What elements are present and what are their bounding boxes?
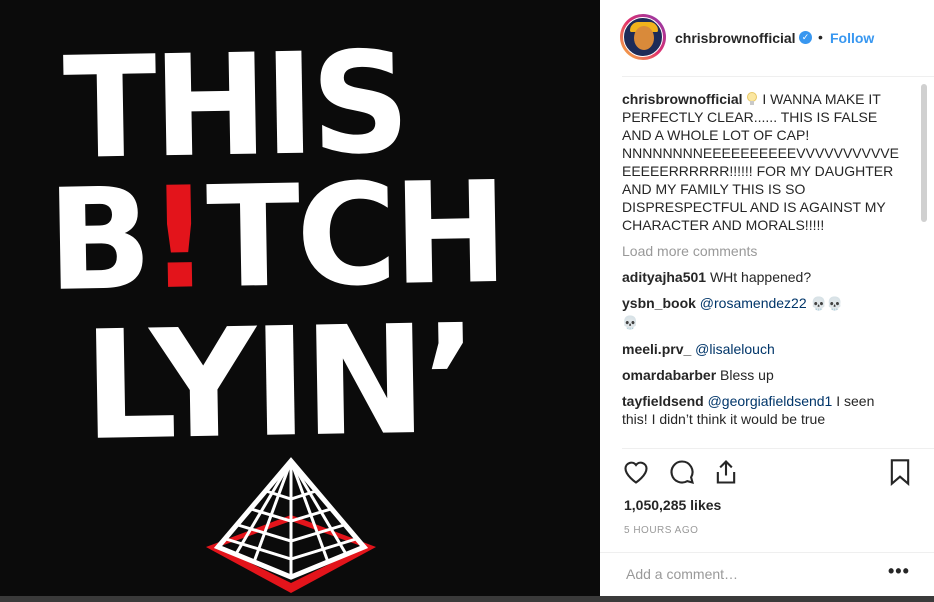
- caption: chrisbrownofficial I WANNA MAKE IT PERFE…: [622, 90, 902, 234]
- post-timestamp: 5 HOURS AGO: [624, 525, 699, 536]
- load-more-comments-button[interactable]: Load more comments: [622, 242, 902, 260]
- comment-username[interactable]: tayfieldsend: [622, 393, 704, 409]
- comment-text: Bless up: [720, 367, 774, 383]
- comment-username[interactable]: adityajha501: [622, 269, 706, 285]
- comments-scrollbar[interactable]: [921, 84, 927, 222]
- avatar-image: [623, 17, 663, 57]
- post-header: chrisbrownofficial ✓ • Follow: [600, 0, 934, 76]
- header-username[interactable]: chrisbrownofficial: [675, 30, 796, 46]
- comment-mention[interactable]: @lisalelouch: [695, 341, 775, 357]
- comments-list: chrisbrownofficial I WANNA MAKE IT PERFE…: [622, 88, 902, 448]
- comment-username[interactable]: ysbn_book: [622, 295, 696, 311]
- comment-text: WHt happened?: [709, 269, 812, 285]
- add-comment-bar: •••: [600, 552, 934, 597]
- caption-text: I WANNA MAKE IT PERFECTLY CLEAR...... TH…: [622, 91, 899, 233]
- header-separator: •: [818, 29, 823, 45]
- divider: [622, 76, 934, 77]
- post-image[interactable]: THIS B!TCH LYIN’: [0, 0, 600, 602]
- pyramid-logo-icon: [206, 457, 376, 593]
- share-upload-icon[interactable]: [712, 458, 740, 486]
- comment-item: ysbn_book @rosamendez22 💀💀 💀: [622, 294, 902, 332]
- post-actions: [622, 458, 922, 488]
- skull-emoji-icon: 💀: [826, 296, 843, 311]
- comment-username[interactable]: meeli.prv_: [622, 341, 691, 357]
- comment-item: adityajha501 WHt happened?: [622, 268, 902, 286]
- comment-username[interactable]: omardabarber: [622, 367, 716, 383]
- comment-item: tayfieldsend @georgiafieldsend1 I seen t…: [622, 392, 902, 428]
- avatar-face: [634, 26, 654, 50]
- image-text-line-3: LYIN’: [82, 293, 477, 474]
- bottom-strip: [0, 596, 934, 602]
- heart-like-icon[interactable]: [622, 458, 650, 486]
- post-side-panel: chrisbrownofficial ✓ • Follow chrisbrown…: [600, 0, 934, 602]
- comment-item: meeli.prv_ @lisalelouch: [622, 340, 902, 358]
- divider: [622, 448, 934, 449]
- more-options-button[interactable]: •••: [888, 561, 910, 582]
- add-comment-input[interactable]: [624, 563, 878, 585]
- caption-username[interactable]: chrisbrownofficial: [622, 91, 743, 107]
- avatar[interactable]: [620, 14, 666, 60]
- image-text-red-exclamation: !: [146, 157, 209, 322]
- skull-emoji-icon: 💀: [622, 315, 639, 330]
- likes-count[interactable]: 1,050,285 likes: [624, 497, 721, 513]
- follow-button[interactable]: Follow: [830, 30, 874, 46]
- comment-mention[interactable]: @georgiafieldsend1: [708, 393, 833, 409]
- bookmark-save-icon[interactable]: [886, 458, 914, 486]
- comment-item: omardabarber Bless up: [622, 366, 902, 384]
- comment-bubble-icon[interactable]: [668, 458, 696, 486]
- comment-mention[interactable]: @rosamendez22: [700, 295, 807, 311]
- lightbulb-icon: [747, 92, 758, 105]
- verified-badge-icon: ✓: [799, 31, 812, 44]
- skull-emoji-icon: 💀: [810, 296, 827, 311]
